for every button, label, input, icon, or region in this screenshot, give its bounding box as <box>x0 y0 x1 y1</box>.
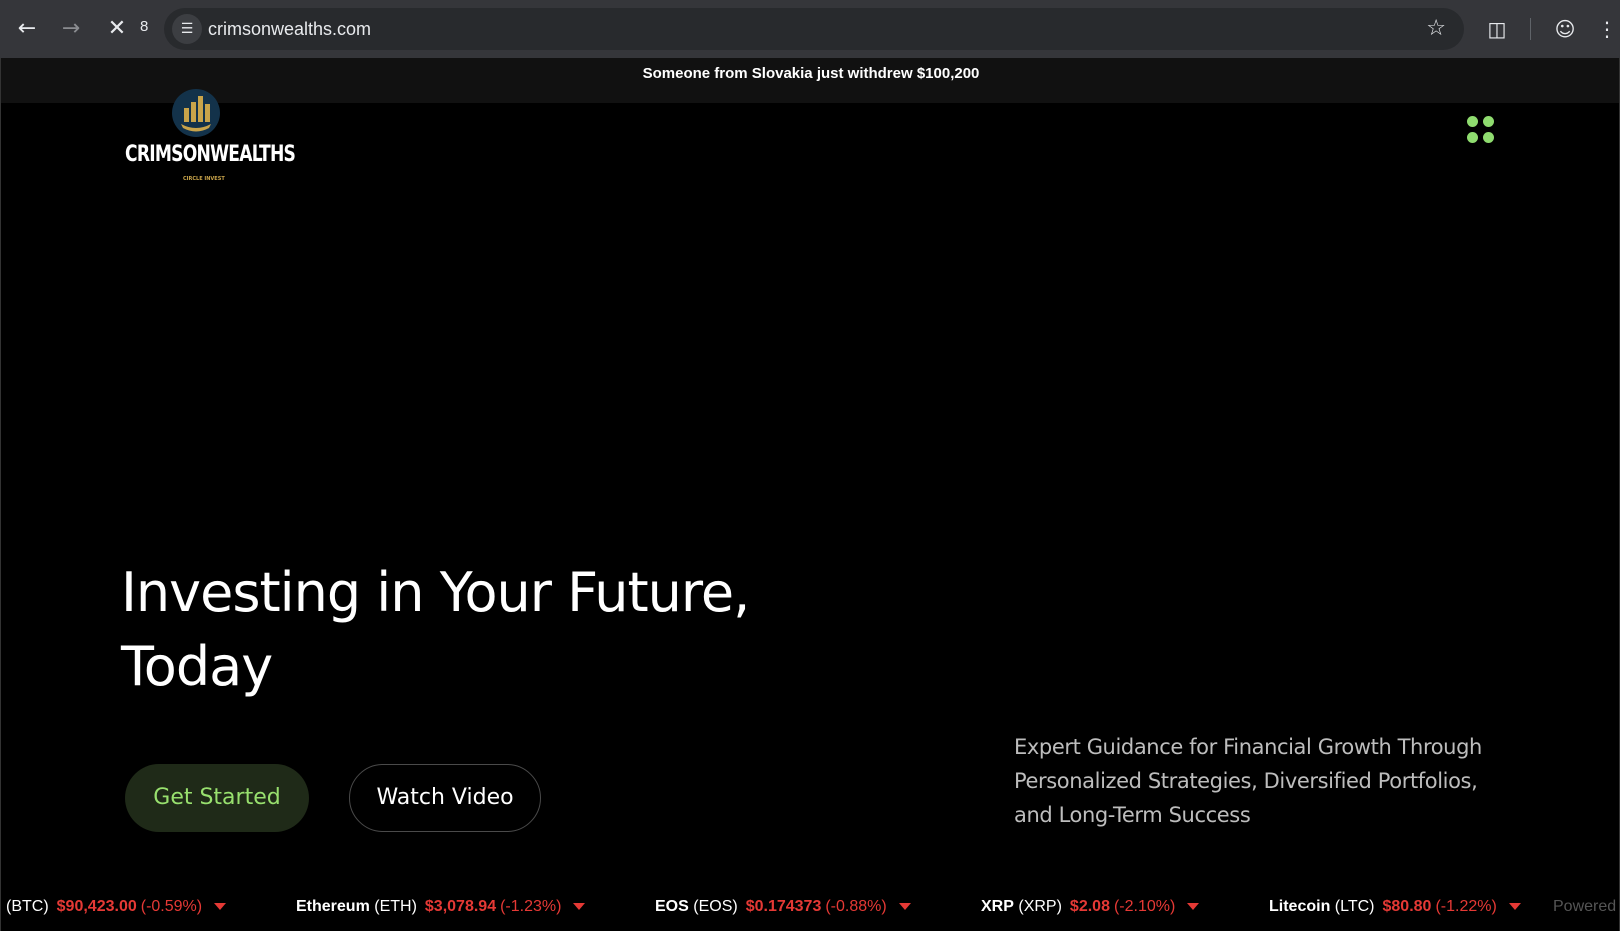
site-logo[interactable]: CRIMSONWEALTHS CIRCLE INVEST <box>121 88 296 188</box>
profile-icon[interactable]: ☺ <box>1550 14 1580 44</box>
ticker-item-btc[interactable]: (BTC) $90,423.00 (-0.59%) <box>6 898 227 916</box>
ticker-item-eos[interactable]: EOS (EOS) $0.174373 (-0.88%) <box>655 898 911 916</box>
logo-mark-icon <box>172 89 220 137</box>
down-arrow-icon <box>898 903 911 911</box>
logo-brand-text: CRIMSONWEALTHS <box>125 142 296 167</box>
bookmark-star-icon[interactable]: ☆ <box>1426 14 1446 44</box>
stop-icon[interactable]: ✕ <box>102 14 132 44</box>
tab-count: 8 <box>140 18 149 35</box>
menu-grid-icon[interactable] <box>1467 116 1497 146</box>
url-text[interactable]: crimsonwealths.com <box>208 19 371 40</box>
address-bar[interactable]: ☰ crimsonwealths.com ☆ <box>164 8 1464 50</box>
watch-video-button[interactable]: Watch Video <box>349 764 541 832</box>
hero-title-line2: Today <box>121 635 273 698</box>
site-info-icon[interactable]: ☰ <box>172 14 202 44</box>
ticker-item-ltc[interactable]: Litecoin (LTC) $80.80 (-1.22%) <box>1269 898 1521 916</box>
back-icon[interactable]: ← <box>12 14 42 44</box>
down-arrow-icon <box>1508 903 1521 911</box>
forward-icon[interactable]: → <box>56 14 86 44</box>
down-arrow-icon <box>214 903 227 911</box>
down-arrow-icon <box>573 903 586 911</box>
ticker-item-eth[interactable]: Ethereum (ETH) $3,078.94 (-1.23%) <box>296 898 586 916</box>
ticker-item-xrp[interactable]: XRP (XRP) $2.08 (-2.10%) <box>981 898 1200 916</box>
browser-toolbar: ← → ✕ 8 ☰ crimsonwealths.com ☆ ◫ ☺ ⋮ <box>0 0 1620 58</box>
hero-subtitle: Expert Guidance for Financial Growth Thr… <box>1014 735 1482 827</box>
logo-tagline: CIRCLE INVEST <box>183 176 225 182</box>
web-page: Someone from Slovakia just withdrew $100… <box>0 58 1620 931</box>
crypto-ticker: (BTC) $90,423.00 (-0.59%) Ethereum (ETH) $3… <box>1 884 1619 930</box>
hero-title-line1: Investing in Your Future, <box>121 561 750 624</box>
ticker-powered-by[interactable]: Powered <box>1553 898 1616 916</box>
down-arrow-icon <box>1187 903 1200 911</box>
more-menu-icon[interactable]: ⋮ <box>1592 14 1620 44</box>
cast-search-icon[interactable]: ◫ <box>1482 14 1512 44</box>
get-started-button[interactable]: Get Started <box>125 764 309 832</box>
toolbar-divider <box>1530 18 1531 40</box>
hero-title: Investing in Your Future, Today <box>121 556 821 704</box>
